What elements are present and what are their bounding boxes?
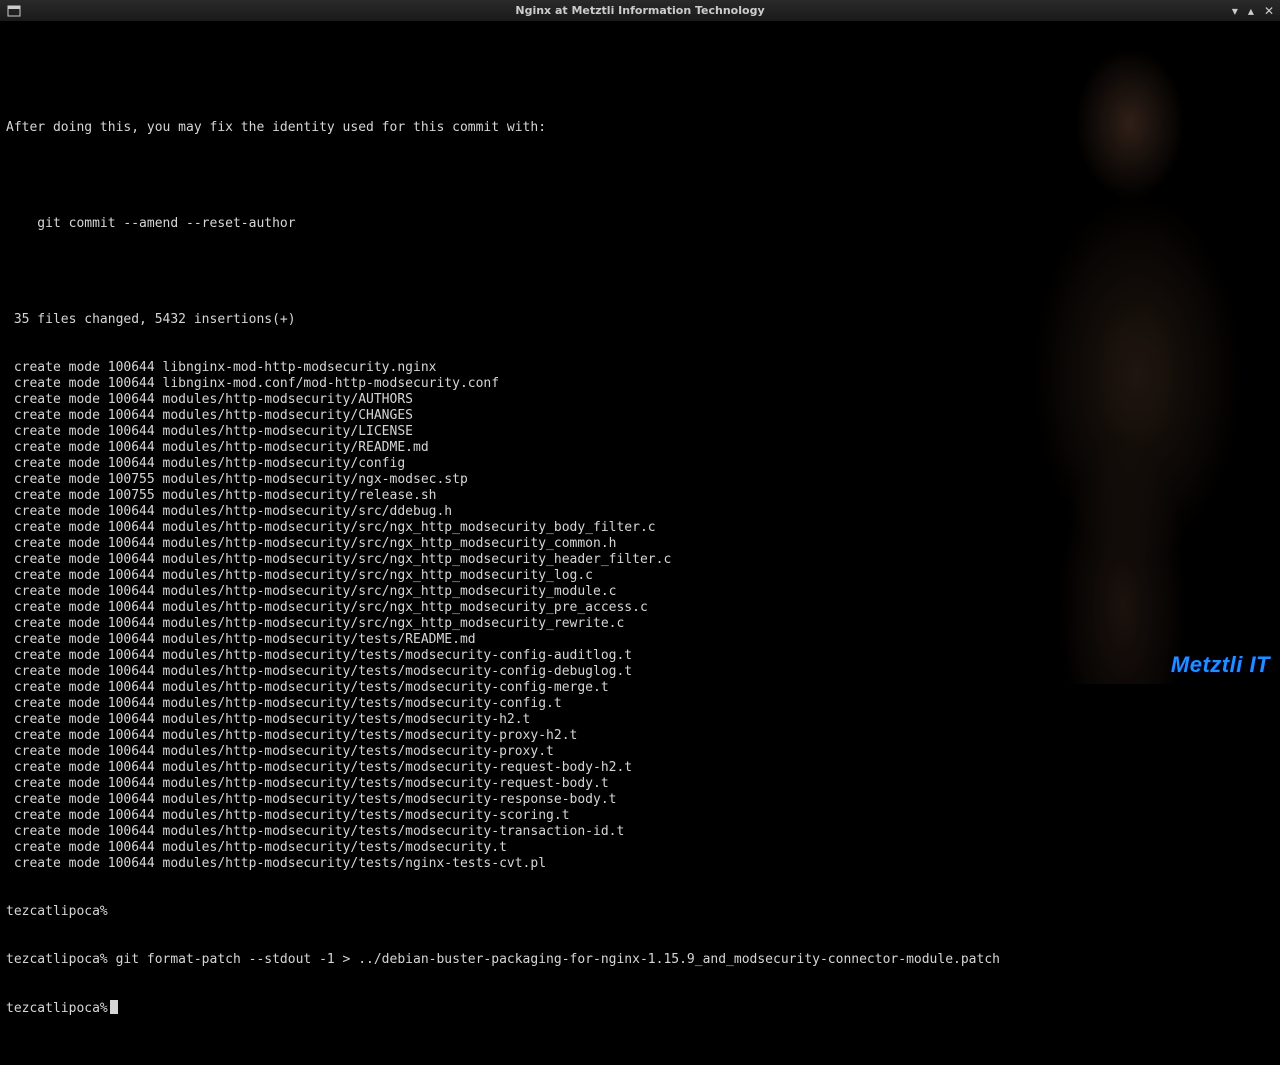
output-line: create mode 100644 modules/http-modsecur… [6, 584, 1274, 600]
prompt-line: tezcatlipoca% [6, 904, 1274, 920]
output-line: create mode 100644 modules/http-modsecur… [6, 712, 1274, 728]
output-line: create mode 100644 modules/http-modsecur… [6, 568, 1274, 584]
shell-prompt: tezcatlipoca% [6, 1001, 108, 1016]
output-line: create mode 100644 modules/http-modsecur… [6, 392, 1274, 408]
output-line: create mode 100644 modules/http-modsecur… [6, 744, 1274, 760]
output-line: create mode 100644 modules/http-modsecur… [6, 856, 1274, 872]
output-line: create mode 100644 modules/http-modsecur… [6, 456, 1274, 472]
output-line: create mode 100644 modules/http-modsecur… [6, 664, 1274, 680]
output-line: create mode 100644 modules/http-modsecur… [6, 760, 1274, 776]
output-line: git commit --amend --reset-author [6, 216, 1274, 232]
output-line: create mode 100644 libnginx-mod.conf/mod… [6, 376, 1274, 392]
output-line: create mode 100644 modules/http-modsecur… [6, 840, 1274, 856]
minimize-icon[interactable]: ▾ [1232, 5, 1238, 17]
output-line: create mode 100644 modules/http-modsecur… [6, 696, 1274, 712]
output-line: create mode 100644 modules/http-modsecur… [6, 728, 1274, 744]
output-line: create mode 100644 modules/http-modsecur… [6, 776, 1274, 792]
prompt-line: tezcatlipoca% [6, 1000, 1274, 1017]
terminal-cursor [110, 1000, 118, 1014]
output-line: create mode 100644 modules/http-modsecur… [6, 552, 1274, 568]
output-line: After doing this, you may fix the identi… [6, 120, 1274, 136]
output-line: create mode 100644 modules/http-modsecur… [6, 680, 1274, 696]
output-line: create mode 100644 modules/http-modsecur… [6, 536, 1274, 552]
output-line: create mode 100644 modules/http-modsecur… [6, 440, 1274, 456]
output-line: create mode 100644 modules/http-modsecur… [6, 808, 1274, 824]
titlebar: Nginx at Metztli Information Technology … [0, 0, 1280, 22]
output-line: 35 files changed, 5432 insertions(+) [6, 312, 1274, 328]
output-line: create mode 100755 modules/http-modsecur… [6, 472, 1274, 488]
output-line: create mode 100644 modules/http-modsecur… [6, 504, 1274, 520]
maximize-icon[interactable]: ▴ [1248, 5, 1254, 17]
output-line: create mode 100644 modules/http-modsecur… [6, 824, 1274, 840]
close-icon[interactable]: ✕ [1264, 5, 1274, 17]
terminal-content: After doing this, you may fix the identi… [6, 88, 1274, 1049]
output-line: create mode 100644 modules/http-modsecur… [6, 648, 1274, 664]
output-line: create mode 100755 modules/http-modsecur… [6, 488, 1274, 504]
window-title: Nginx at Metztli Information Technology [0, 4, 1280, 17]
output-line: create mode 100644 modules/http-modsecur… [6, 424, 1274, 440]
output-line: create mode 100644 modules/http-modsecur… [6, 408, 1274, 424]
terminal[interactable]: After doing this, you may fix the identi… [0, 22, 1280, 684]
command-line: tezcatlipoca% git format-patch --stdout … [6, 952, 1274, 968]
output-line [6, 264, 1274, 280]
app-menu-icon[interactable] [6, 4, 22, 18]
output-line: create mode 100644 libnginx-mod-http-mod… [6, 360, 1274, 376]
output-line: create mode 100644 modules/http-modsecur… [6, 632, 1274, 648]
output-line: create mode 100644 modules/http-modsecur… [6, 520, 1274, 536]
output-line: create mode 100644 modules/http-modsecur… [6, 792, 1274, 808]
output-line: create mode 100644 modules/http-modsecur… [6, 600, 1274, 616]
output-line [6, 168, 1274, 184]
output-line: create mode 100644 modules/http-modsecur… [6, 616, 1274, 632]
